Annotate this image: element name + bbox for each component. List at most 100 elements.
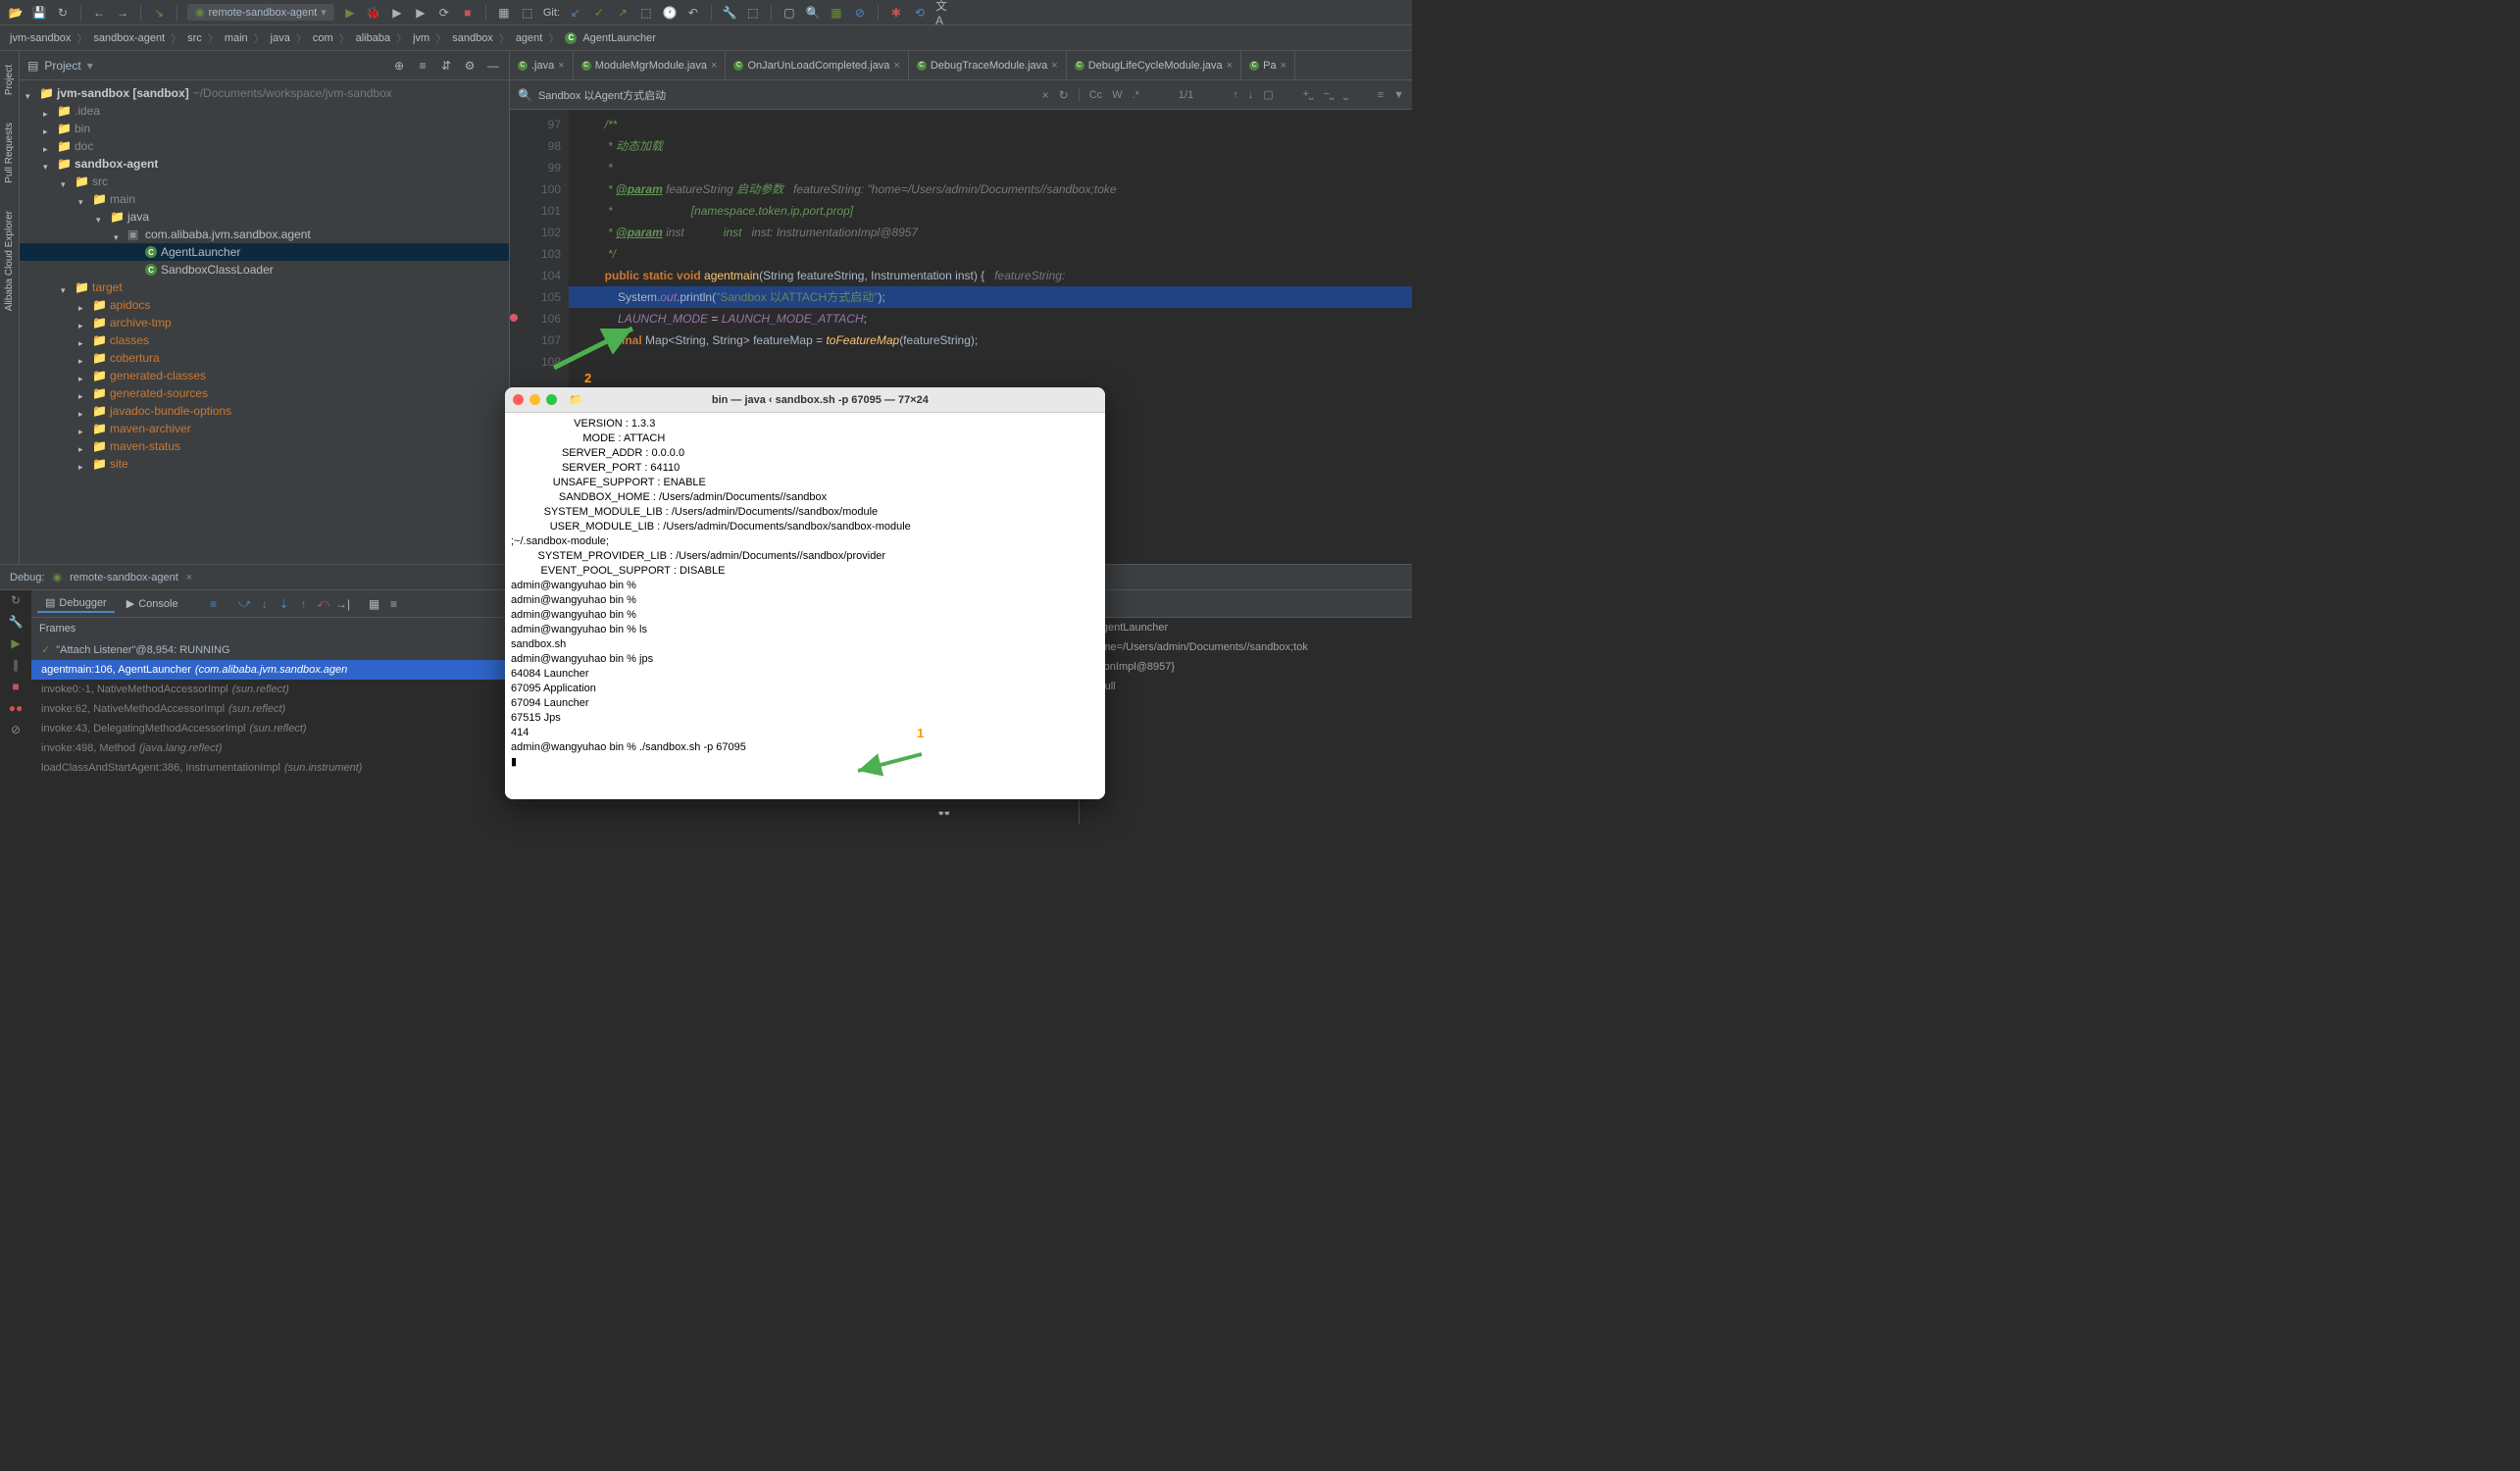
settings-gear-icon[interactable]: ⚙ <box>462 58 478 74</box>
minimize-traffic-icon[interactable] <box>529 394 540 405</box>
tree-node[interactable]: 📁 target <box>20 279 509 296</box>
stop-debug-icon[interactable]: ■ <box>8 679 24 694</box>
breadcrumb-item[interactable]: sandbox <box>452 32 493 44</box>
remove-sel-icon[interactable]: −⎵ <box>1323 88 1334 101</box>
tree-node[interactable]: 📁 java <box>20 208 509 226</box>
run-icon[interactable]: ▶ <box>342 5 358 21</box>
tree-node[interactable]: 📁 maven-status <box>20 437 509 455</box>
evaluate-icon[interactable]: ▦ <box>367 596 382 612</box>
words-toggle[interactable]: W <box>1112 89 1122 101</box>
block-icon[interactable]: ⊘ <box>852 5 868 21</box>
resume-icon[interactable]: ▶ <box>8 635 24 651</box>
tree-node[interactable]: 📁 classes <box>20 331 509 349</box>
git-update-icon[interactable]: ↙ <box>568 5 583 21</box>
close-icon[interactable]: × <box>186 572 192 583</box>
link-icon[interactable]: ⟲ <box>912 5 928 21</box>
run-cursor-icon[interactable]: →| <box>335 596 351 612</box>
console-tab[interactable]: ▶Console <box>119 595 186 612</box>
step-out-icon[interactable]: ↑ <box>296 596 312 612</box>
thread-dump-icon[interactable]: ≡ <box>206 596 222 612</box>
tree-node[interactable]: 📁 sandbox-agent <box>20 155 509 173</box>
coverage-icon[interactable]: ▶ <box>389 5 405 21</box>
variable-row[interactable]: = null <box>1080 677 1412 696</box>
save-icon[interactable]: 💾 <box>31 5 47 21</box>
back-icon[interactable]: ← <box>91 5 107 21</box>
force-step-icon[interactable]: ⇣ <box>277 596 292 612</box>
editor-tab[interactable]: CModuleMgrModule.java× <box>574 51 727 79</box>
tree-node[interactable]: 📁 main <box>20 190 509 208</box>
stop-icon[interactable]: ■ <box>460 5 476 21</box>
settings-icon[interactable]: 🔧 <box>722 5 737 21</box>
tree-node[interactable]: 📁 doc <box>20 137 509 155</box>
project-tab[interactable]: Project <box>2 61 17 99</box>
terminal-body[interactable]: VERSION : 1.3.3 MODE : ATTACH SERVER_ADD… <box>505 413 1105 799</box>
terminal-titlebar[interactable]: 📁 bin — java ‹ sandbox.sh -p 67095 — 77×… <box>505 387 1105 413</box>
run-config-selector[interactable]: ◉ remote-sandbox-agent ▾ <box>187 4 334 21</box>
tree-node[interactable]: 📁 src <box>20 173 509 190</box>
profile-icon[interactable]: ▶ <box>413 5 428 21</box>
rerun-icon[interactable]: ↻ <box>8 592 24 608</box>
regex-toggle[interactable]: .* <box>1133 89 1139 101</box>
editor-tab[interactable]: COnJarUnLoadCompleted.java× <box>726 51 908 79</box>
sel-all-icon[interactable]: ⎵ <box>1343 88 1347 101</box>
close-search-icon[interactable]: × <box>1042 88 1049 102</box>
step-over-icon[interactable]: ⤻ <box>237 596 253 612</box>
structure-icon[interactable]: ▦ <box>496 5 512 21</box>
funnel-icon[interactable]: ▼ <box>1393 89 1404 101</box>
breadcrumb-item[interactable]: src <box>187 32 202 44</box>
breadcrumb-item[interactable]: jvm-sandbox <box>10 32 71 44</box>
git-rollback-icon[interactable]: ↶ <box>685 5 701 21</box>
tree-node[interactable]: 📁 bin <box>20 120 509 137</box>
zoom-traffic-icon[interactable] <box>546 394 557 405</box>
editor-tab[interactable]: CPa× <box>1241 51 1295 79</box>
breadcrumb-item[interactable]: jvm <box>413 32 429 44</box>
tree-node[interactable]: ▣ com.alibaba.jvm.sandbox.agent <box>20 226 509 243</box>
marker-icon[interactable]: ▦ <box>829 5 844 21</box>
editor-tab[interactable]: CDebugTraceModule.java× <box>909 51 1067 79</box>
translate-icon[interactable]: 文A <box>935 5 951 21</box>
git-commit-icon[interactable]: ✓ <box>591 5 607 21</box>
expand-icon[interactable]: ≡ <box>415 58 430 74</box>
breadcrumb-item[interactable]: agent <box>516 32 543 44</box>
tree-node[interactable]: 📁 archive-tmp <box>20 314 509 331</box>
next-match-icon[interactable]: ↓ <box>1248 89 1254 101</box>
pull-requests-tab[interactable]: Pull Requests <box>2 119 17 187</box>
variable-row[interactable]: tationImpl@8957} <box>1080 657 1412 677</box>
hide-icon[interactable]: — <box>485 58 501 74</box>
terminal-window[interactable]: 📁 bin — java ‹ sandbox.sh -p 67095 — 77×… <box>505 387 1105 799</box>
breadcrumb-item[interactable]: com <box>313 32 333 44</box>
project-icon[interactable]: ⬚ <box>745 5 761 21</box>
git-menu-icon[interactable]: ⬚ <box>638 5 654 21</box>
tree-node[interactable]: C AgentLauncher <box>20 243 509 261</box>
tree-node[interactable]: 📁 generated-classes <box>20 367 509 384</box>
dropdown-icon[interactable]: ▾ <box>87 59 93 73</box>
tree-node[interactable]: 📁 cobertura <box>20 349 509 367</box>
breadcrumb-item[interactable]: AgentLauncher <box>582 32 656 44</box>
drop-frame-icon[interactable]: ⤺ <box>316 596 331 612</box>
more-icon[interactable]: ≡ <box>386 596 402 612</box>
git-push-icon[interactable]: ↗ <box>615 5 630 21</box>
breadcrumb-item[interactable]: java <box>271 32 290 44</box>
variable-row[interactable]: home=/Users/admin/Documents//sandbox;tok <box>1080 637 1412 657</box>
tree-node[interactable]: 📁 apidocs <box>20 296 509 314</box>
prev-match-icon[interactable]: ↑ <box>1233 89 1238 101</box>
match-case-toggle[interactable]: Cc <box>1089 89 1102 101</box>
sync-icon[interactable]: ↻ <box>55 5 71 21</box>
editor-tab[interactable]: C.java× <box>510 51 574 79</box>
tree-root[interactable]: 📁 jvm-sandbox [sandbox] ~/Documents/work… <box>20 84 509 102</box>
git-history-icon[interactable]: 🕐 <box>662 5 678 21</box>
tree-node[interactable]: 📁 site <box>20 455 509 473</box>
breadcrumb-item[interactable]: alibaba <box>356 32 390 44</box>
select-all-icon[interactable]: ▢ <box>1263 88 1273 101</box>
mute-bp-icon[interactable]: ⊘ <box>8 722 24 737</box>
modify-icon[interactable]: 🔧 <box>8 614 24 630</box>
attach-icon[interactable]: ⟳ <box>436 5 452 21</box>
add-sel-icon[interactable]: +⎵ <box>1303 88 1314 101</box>
step-into-icon[interactable]: ↓ <box>257 596 273 612</box>
recent-search-icon[interactable]: ↻ <box>1059 88 1069 102</box>
tree-node[interactable]: 📁 maven-archiver <box>20 420 509 437</box>
box-icon[interactable]: ⬚ <box>520 5 535 21</box>
search-icon[interactable]: 🔍 <box>805 5 821 21</box>
close-traffic-icon[interactable] <box>513 394 524 405</box>
open-icon[interactable]: 📂 <box>8 5 24 21</box>
